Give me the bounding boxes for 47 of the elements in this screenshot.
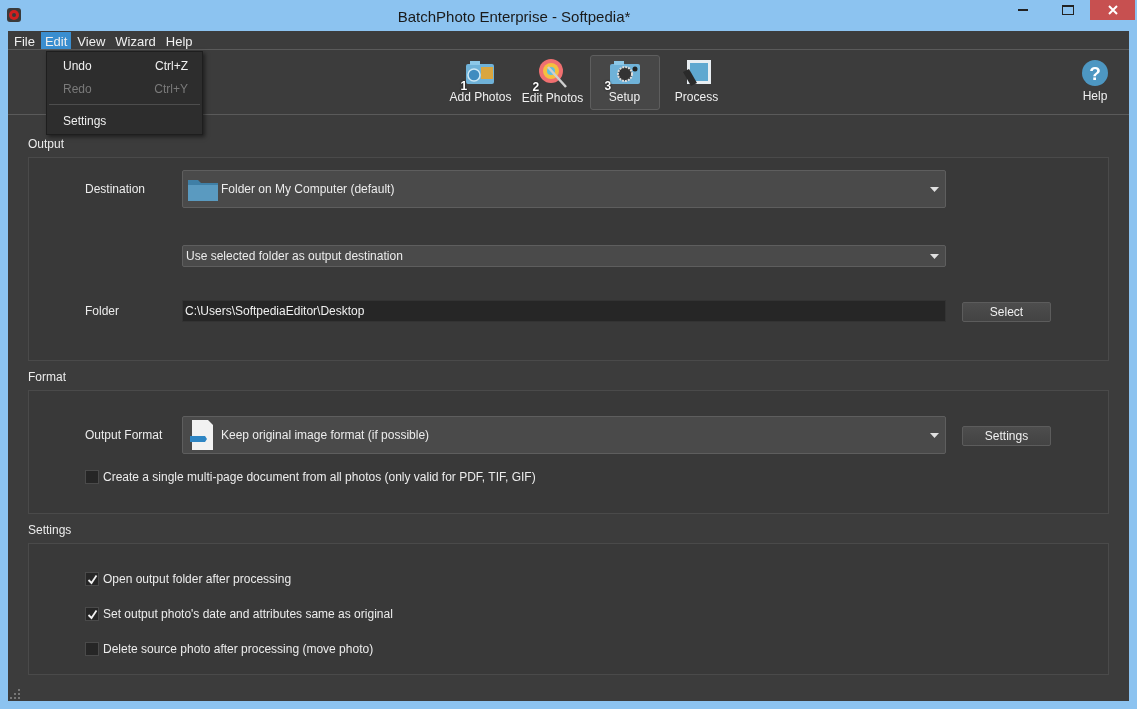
toolbar-button[interactable]: 3 Setup: [589, 54, 660, 110]
dropdown-arrow-icon: [930, 432, 939, 438]
menu-item[interactable]: View: [73, 31, 110, 49]
menu-item[interactable]: Wizard: [111, 31, 160, 49]
checkbox-label: Delete source photo after processing (move photo): [103, 641, 374, 658]
picture-frame-icon: [680, 58, 713, 88]
document-icon: [189, 419, 215, 451]
field-label: Folder: [85, 303, 120, 320]
section-title: Output: [28, 136, 66, 153]
minimize-icon: [1017, 9, 1028, 11]
checkbox[interactable]: [85, 607, 99, 621]
dropdown-arrow-icon: [930, 186, 939, 192]
app-logo-icon: [7, 8, 21, 22]
help-icon: ?: [1081, 59, 1109, 87]
checkbox[interactable]: [85, 642, 99, 656]
section-title: Format: [28, 369, 67, 386]
checkbox[interactable]: [85, 470, 99, 484]
folder-path-field[interactable]: C:\Users\SoftpediaEditor\Desktop: [182, 300, 946, 322]
step-number: 1: [460, 80, 468, 92]
menu-item[interactable]: Help: [161, 31, 197, 49]
menu-entry[interactable]: Undo Ctrl+Z: [47, 54, 202, 77]
step-number: 3: [604, 80, 612, 92]
menu-item[interactable]: File: [10, 31, 39, 49]
window-title: BatchPhoto Enterprise - Softpedia*: [397, 7, 631, 27]
output-mode-dropdown[interactable]: Use selected folder as output destination: [182, 245, 946, 267]
field-label: Output Format: [85, 427, 164, 444]
section-title: Settings: [28, 522, 73, 539]
close-button[interactable]: [1090, 0, 1135, 20]
toolbar-button[interactable]: Process: [661, 54, 732, 110]
menu-entry[interactable]: Settings: [47, 109, 202, 132]
step-number: 2: [532, 81, 540, 93]
dropdown-arrow-icon: [930, 253, 939, 259]
field-label: Destination: [85, 181, 147, 198]
select-button[interactable]: Select: [962, 302, 1051, 322]
resize-grip-icon[interactable]: [10, 689, 20, 699]
checkbox-label: Open output folder after processing: [103, 571, 292, 588]
toolbar-button[interactable]: 2 Edit Photos: [517, 54, 588, 110]
checkbox-label: Create a single multi-page document from all photos (only valid for PDF, TIF, GIF): [103, 469, 536, 486]
help-button[interactable]: ? Help: [1081, 59, 1109, 105]
maximize-icon: [1061, 5, 1074, 15]
close-icon: [1107, 5, 1118, 15]
settings-button[interactable]: Settings: [962, 426, 1051, 446]
checkbox-label: Set output photo's date and attributes same as original: [103, 606, 393, 623]
destination-dropdown[interactable]: Folder on My Computer (default): [182, 170, 946, 208]
output-format-dropdown[interactable]: Keep original image format (if possible): [182, 416, 946, 454]
toolbar-button[interactable]: 1 Add Photos: [445, 54, 516, 110]
checkbox[interactable]: [85, 572, 99, 586]
